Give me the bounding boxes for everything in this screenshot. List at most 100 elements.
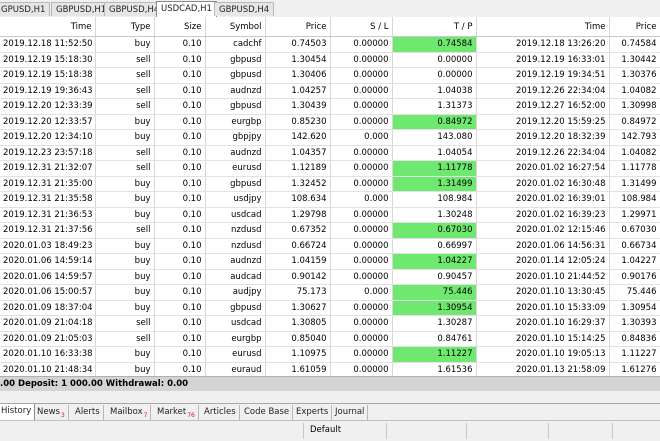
cell-size: 0.10 <box>154 253 206 270</box>
cell-close-time: 2019.12.20 18:32:39 <box>476 129 610 146</box>
cell-price: 0.74503 <box>265 36 331 53</box>
cell-type: sell <box>95 98 155 115</box>
cell-sl: 0.00000 <box>330 222 393 239</box>
cell-tp: 1.30287 <box>392 315 477 332</box>
cell-close-time: 2020.01.02 16:27:54 <box>476 160 610 177</box>
cell-time: 2020.01.09 18:37:04 <box>0 300 96 316</box>
table-row[interactable]: 2020.01.09 21:05:03 sell 0.10 eurgbp 0.85040… <box>0 331 660 347</box>
cell-type: buy <box>95 36 155 53</box>
cell-size: 0.10 <box>154 222 206 239</box>
cell-sl: 0.00000 <box>330 331 393 347</box>
table-row[interactable]: 2019.12.31 21:32:07 sell 0.10 eurusd 1.12189… <box>0 160 660 177</box>
cell-sl: 0.00000 <box>330 67 393 84</box>
chart-tab[interactable]: USDCAD,H1 <box>156 1 217 18</box>
table-row[interactable]: 2020.01.06 14:59:14 buy 0.10 audnzd 1.04159 0… <box>0 253 660 270</box>
tab-articles[interactable]: Articles <box>201 405 240 420</box>
cell-size: 0.10 <box>154 67 206 84</box>
col-header-sl[interactable]: S / L <box>330 17 393 37</box>
tab-market[interactable]: Market76 <box>154 405 199 420</box>
cell-time: 2020.01.09 21:04:18 <box>0 315 96 332</box>
table-row[interactable]: 2019.12.19 15:18:30 sell 0.10 gbpusd 1.30454… <box>0 52 660 68</box>
cell-type: sell <box>95 52 155 68</box>
table-row[interactable]: 2020.01.10 21:48:34 buy 0.10 euraud 1.61059 0… <box>0 362 660 377</box>
tab-news[interactable]: News3 <box>34 405 69 420</box>
table-row[interactable]: 2019.12.20 12:34:10 buy 0.10 gbpjpy 142.620 0… <box>0 129 660 146</box>
col-header-tp[interactable]: T / P <box>392 17 477 37</box>
cell-type: buy <box>95 238 155 254</box>
col-header-symbol[interactable]: Symbol <box>205 17 266 37</box>
cell-sl: 0.00000 <box>330 114 393 130</box>
cell-sl: 0.000 <box>330 284 393 301</box>
cell-sl: 0.00000 <box>330 362 393 377</box>
cell-time: 2019.12.31 21:35:00 <box>0 176 96 192</box>
cell-symbol: usdcad <box>205 207 266 223</box>
cell-price: 1.30627 <box>265 300 331 316</box>
table-row[interactable]: 2020.01.06 14:59:57 buy 0.10 audcad 0.90142 0… <box>0 269 660 285</box>
table-row[interactable]: 2020.01.10 16:33:38 buy 0.10 eurusd 1.10975 0… <box>0 346 660 363</box>
tab-history[interactable]: History <box>0 404 36 421</box>
cell-size: 0.10 <box>154 83 206 99</box>
table-row[interactable]: 2020.01.09 21:04:18 sell 0.10 usdcad 1.30805… <box>0 315 660 332</box>
tab-experts[interactable]: Experts <box>293 405 333 420</box>
cell-type: buy <box>95 114 155 130</box>
cell-close-price: 1.11778 <box>609 160 660 177</box>
cell-close-time: 2019.12.26 22:34:04 <box>476 145 610 161</box>
table-row[interactable]: 2019.12.31 21:35:00 buy 0.10 gbpusd 1.32452 0… <box>0 176 660 192</box>
cell-size: 0.10 <box>154 315 206 332</box>
cell-close-time: 2020.01.13 21:58:09 <box>476 362 610 377</box>
table-row[interactable]: 2019.12.20 12:33:57 buy 0.10 eurgbp 0.85230 0… <box>0 114 660 130</box>
table-row[interactable]: 2019.12.31 21:36:53 buy 0.10 usdcad 1.29798 0… <box>0 207 660 223</box>
cell-close-price: 0.67030 <box>609 222 660 239</box>
col-header-type[interactable]: Type <box>95 17 155 37</box>
cell-tp: 1.30954 <box>392 300 477 316</box>
cell-close-time: 2020.01.02 16:39:23 <box>476 207 610 223</box>
cell-tp: 0.00000 <box>392 52 477 68</box>
cell-price: 1.30805 <box>265 315 331 332</box>
table-row[interactable]: 2019.12.19 19:36:43 sell 0.10 audnzd 1.04257… <box>0 83 660 99</box>
table-row[interactable]: 2019.12.20 12:33:39 sell 0.10 gbpusd 1.30439… <box>0 98 660 115</box>
table-row[interactable]: 2019.12.31 21:37:56 sell 0.10 nzdusd 0.67352… <box>0 222 660 239</box>
tab-alerts[interactable]: Alerts <box>72 405 104 420</box>
cell-tp: 1.30248 <box>392 207 477 223</box>
account-summary: .00 Deposit: 1 000.00 Withdrawal: 0.00 <box>0 376 660 392</box>
tab-mailbox[interactable]: Mailbox7 <box>107 405 152 420</box>
table-row[interactable]: 2019.12.19 15:18:38 sell 0.10 gbpusd 1.30406… <box>0 67 660 84</box>
cell-close-time: 2019.12.19 16:33:01 <box>476 52 610 68</box>
cell-close-time: 2020.01.02 16:39:01 <box>476 191 610 208</box>
chart-tab[interactable]: GBPUSD,H4 <box>214 2 275 16</box>
tab-label: Alerts <box>75 407 100 417</box>
cell-price: 0.85230 <box>265 114 331 130</box>
table-row[interactable]: 2020.01.09 18:37:04 buy 0.10 gbpusd 1.30627 0… <box>0 300 660 316</box>
tab-journal[interactable]: Journal <box>332 405 369 420</box>
table-row[interactable]: 2020.01.06 15:00:57 buy 0.10 audjpy 75.173 0.… <box>0 284 660 301</box>
table-row[interactable]: 2019.12.23 23:57:18 sell 0.10 audnzd 1.04357… <box>0 145 660 161</box>
cell-symbol: nzdusd <box>205 238 266 254</box>
cell-close-price: 1.30393 <box>609 315 660 332</box>
chart-tab[interactable]: GBPUSD,H1 <box>51 2 112 16</box>
chart-tab[interactable]: GPUSD,H1 <box>0 2 51 16</box>
col-header-price[interactable]: Price <box>265 17 331 37</box>
cell-size: 0.10 <box>154 269 206 285</box>
cell-symbol: euraud <box>205 362 266 377</box>
cell-time: 2019.12.19 19:36:43 <box>0 83 96 99</box>
table-row[interactable]: 2020.01.03 18:49:23 buy 0.10 nzdusd 0.66724 0… <box>0 238 660 254</box>
col-header-close-time[interactable]: Time <box>476 17 610 37</box>
col-header-close-price[interactable]: Price <box>609 17 660 37</box>
cell-symbol: eurgbp <box>205 331 266 347</box>
col-header-size[interactable]: Size <box>154 17 206 37</box>
status-divider <box>303 423 304 439</box>
table-row[interactable]: 2019.12.18 11:52:50 buy 0.10 cadchf 0.74503 0… <box>0 36 660 53</box>
cell-sl: 0.00000 <box>330 238 393 254</box>
table-row[interactable]: 2019.12.31 21:35:58 buy 0.10 usdjpy 108.634 0… <box>0 191 660 208</box>
cell-price: 1.29798 <box>265 207 331 223</box>
cell-tp: 1.11227 <box>392 346 477 363</box>
cell-size: 0.10 <box>154 191 206 208</box>
cell-tp: 1.31499 <box>392 176 477 192</box>
tab-badge: 7 <box>143 411 148 419</box>
tab-code-base[interactable]: Code Base <box>241 405 294 420</box>
cell-close-time: 2019.12.26 22:34:04 <box>476 83 610 99</box>
cell-close-price: 0.84972 <box>609 114 660 130</box>
col-header-time[interactable]: Time <box>0 17 96 37</box>
cell-close-price: 142.793 <box>609 129 660 146</box>
tab-label: Journal <box>335 407 365 417</box>
